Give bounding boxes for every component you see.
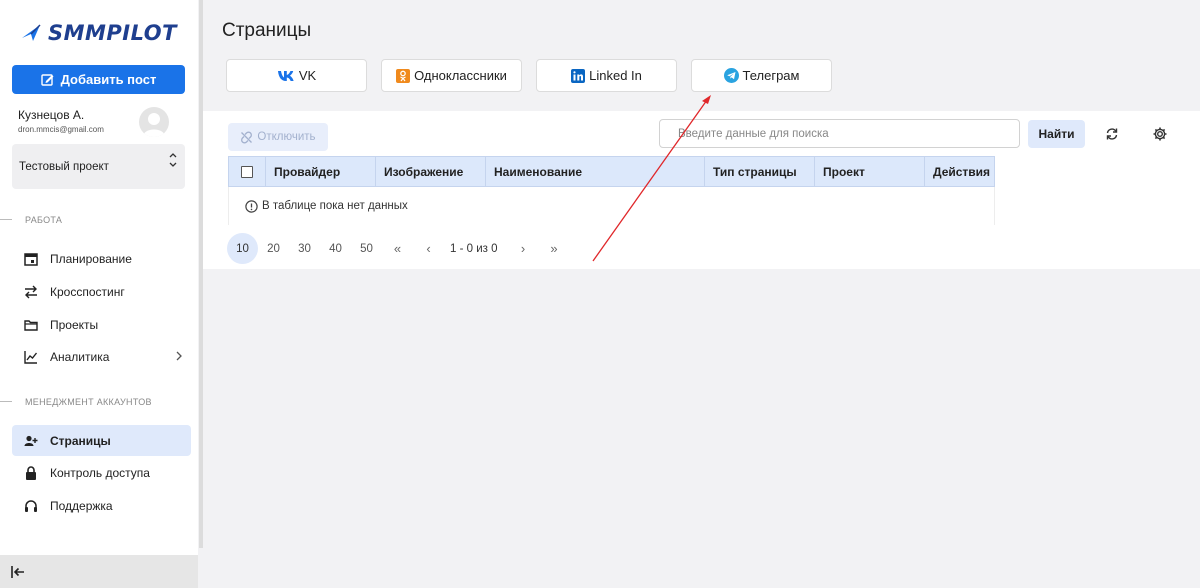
refresh-icon[interactable] [1104,126,1120,142]
headset-icon [25,499,37,512]
column-header-name[interactable]: Наименование [486,157,705,186]
collapse-left-icon [11,565,24,578]
page-size-20[interactable]: 20 [258,233,289,264]
nav-item-label: Проекты [50,317,99,332]
search-input[interactable] [659,119,1020,148]
page-title: Страницы [222,20,312,41]
column-header-provider[interactable]: Провайдер [266,157,376,186]
telegram-icon [723,68,739,83]
project-name: Тестовый проект [19,160,109,173]
nav-item-label: Кросспостинг [50,284,125,299]
next-page-icon[interactable]: › [508,241,539,256]
nav-item-support[interactable]: Поддержка [12,490,191,521]
section-title-work: РАБОТА [25,215,63,225]
nav-item-label: Поддержка [50,498,113,513]
section-divider [0,219,12,220]
add-post-label: Добавить пост [60,72,157,87]
linkedin-icon [571,68,586,83]
add-post-button[interactable]: Добавить пост [12,65,185,94]
sidebar: SMMPILOT Добавить пост Кузнецов А. dron.… [0,0,198,588]
user-name: Кузнецов А. [18,108,85,122]
nav-item-projects[interactable]: Проекты [12,309,191,340]
nav-item-label: Страницы [50,433,111,448]
nav-item-analytics[interactable]: Аналитика [12,341,191,372]
provider-button-linkedin[interactable]: Linked In [536,59,677,92]
project-selector[interactable]: Тестовый проект [12,144,185,189]
page-range-text: 1 - 0 из 0 [450,242,498,255]
provider-label: Одноклассники [414,68,507,83]
vk-icon [277,70,294,81]
pagination: 10 20 30 40 50 « ‹ 1 - 0 из 0 › » [227,233,570,264]
section-divider [0,401,12,402]
chevron-right-icon [176,351,182,361]
odnoklassniki-icon [396,68,411,83]
user-email: dron.mmcis@gmail.com [18,125,104,134]
nav-item-access-control[interactable]: Контроль доступа [12,457,191,488]
nav-item-pages[interactable]: Страницы [12,425,191,456]
column-header-actions: Действия [933,164,991,179]
find-button[interactable]: Найти [1028,120,1085,148]
collapse-sidebar-button[interactable] [0,555,198,588]
disconnect-button[interactable]: Отключить [228,123,328,151]
swap-arrows-icon [25,285,37,298]
disconnect-label: Отключить [257,131,316,143]
edit-icon [40,74,54,86]
info-icon [245,199,258,213]
first-page-icon[interactable]: « [382,241,413,256]
previous-page-icon[interactable]: ‹ [413,241,444,256]
chart-line-icon [24,350,38,364]
lock-icon [26,465,36,480]
table-header: Провайдер Изображение Наименование Тип с… [228,156,995,187]
nav-item-label: Аналитика [50,349,110,364]
settings-gear-icon[interactable] [1152,126,1168,142]
nav-item-planning[interactable]: Планирование [12,243,191,274]
column-header-project[interactable]: Проект [815,157,925,186]
provider-button-odnoklassniki[interactable]: Одноклассники [381,59,522,92]
column-header-image[interactable]: Изображение [376,157,486,186]
unlink-icon [241,131,253,143]
nav-item-label: Планирование [50,251,132,266]
section-title-account-management: МЕНЕДЖМЕНТ АККАУНТОВ [25,397,152,407]
nav-item-label: Контроль доступа [50,465,150,480]
folder-icon [24,319,38,331]
select-all-checkbox[interactable] [241,165,253,178]
page-size-10[interactable]: 10 [227,233,258,264]
avatar[interactable] [139,107,169,137]
rocket-icon [22,24,41,41]
provider-button-vk[interactable]: VK [226,59,367,92]
page-size-50[interactable]: 50 [351,233,382,264]
add-user-icon [24,435,38,446]
select-all-cell [229,157,266,186]
calendar-icon [24,252,38,266]
chevron-updown-icon [169,152,177,168]
provider-label: Телеграм [742,68,800,83]
page-size-30[interactable]: 30 [289,233,320,264]
nav-item-crossposting[interactable]: Кросспостинг [12,276,191,307]
empty-table-text: В таблице пока нет данных [262,200,408,212]
provider-label: VK [298,68,317,83]
provider-label: Linked In [589,68,642,83]
table-empty-row: В таблице пока нет данных [228,187,995,225]
provider-button-telegram[interactable]: Телеграм [691,59,832,92]
page-size-40[interactable]: 40 [320,233,351,264]
user-placeholder-icon [143,113,165,137]
app-logo[interactable]: SMMPILOT [20,18,177,48]
sidebar-scrollbar[interactable] [199,0,203,548]
column-header-page-type[interactable]: Тип страницы [705,157,815,186]
logo-text: SMMPILOT [48,21,177,45]
last-page-icon[interactable]: » [539,241,570,256]
